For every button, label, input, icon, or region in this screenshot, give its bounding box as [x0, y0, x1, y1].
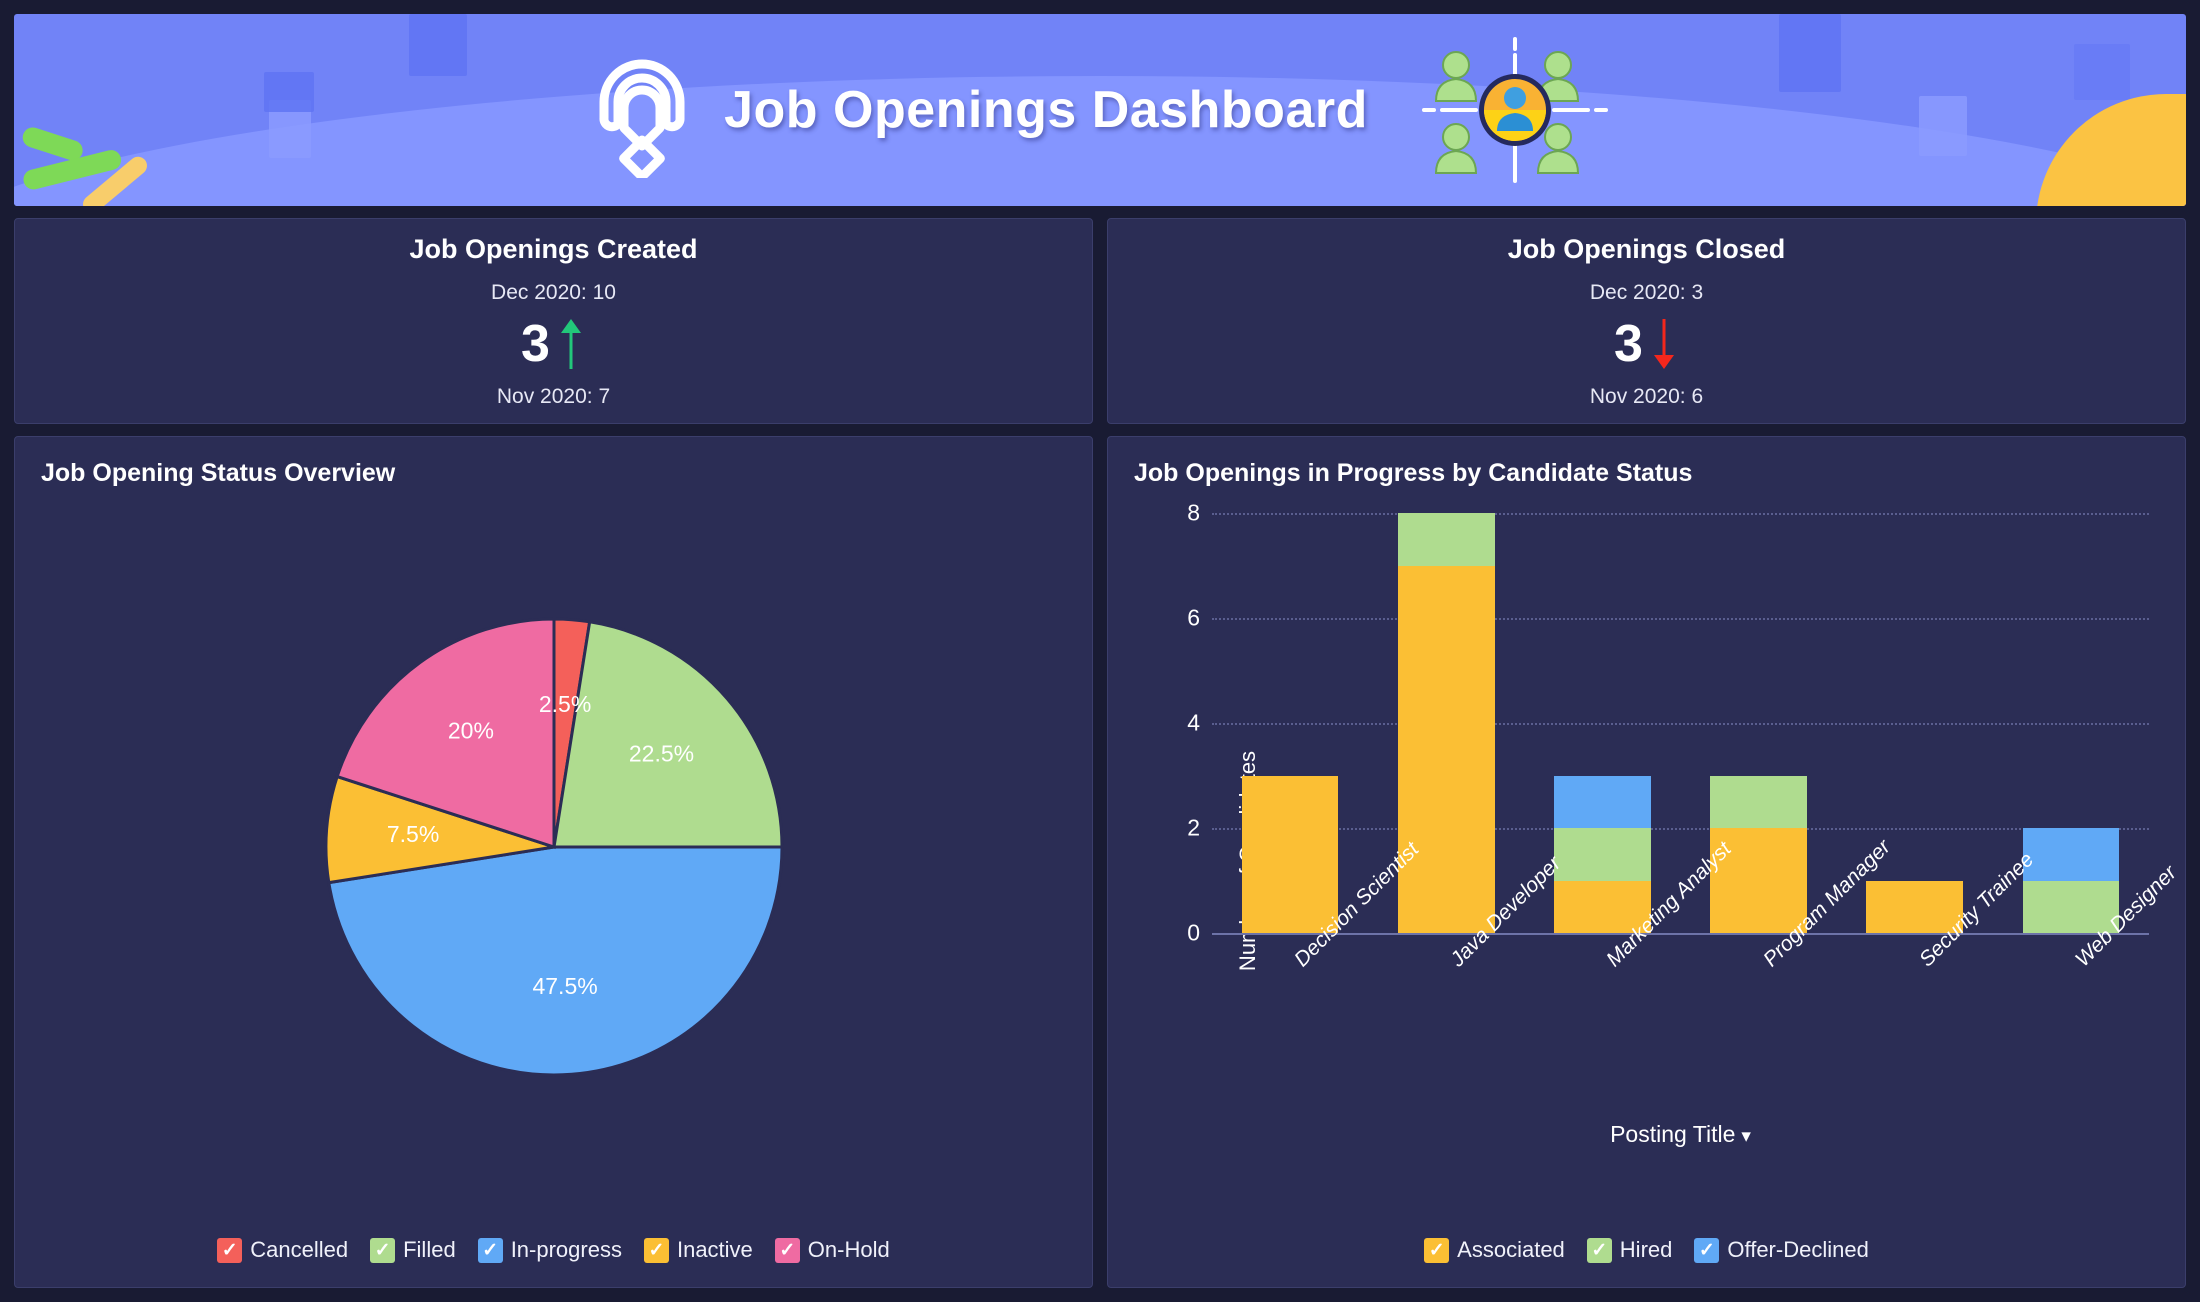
chevron-down-icon[interactable]: ▾: [1741, 1125, 1751, 1148]
panel-job-openings-in-progress: Job Openings in Progress by Candidate St…: [1107, 436, 2186, 1288]
legend-label: In-progress: [510, 1237, 622, 1262]
zoho-recruit-logo-icon: [590, 42, 694, 182]
arrow-up-icon: [556, 317, 586, 371]
legend-item-hired[interactable]: ✓ Hired: [1586, 1237, 1673, 1263]
legend-checkbox[interactable]: ✓: [774, 1237, 800, 1263]
bar-segment-offer-declined[interactable]: [1554, 775, 1651, 828]
legend-checkbox[interactable]: ✓: [217, 1237, 243, 1263]
bar-legend: ✓ Associated ✓ Hired ✓ Offer-Declined: [1108, 1237, 2185, 1263]
bar-segment-associated[interactable]: [1241, 775, 1339, 933]
people-target-icon: [1420, 35, 1610, 185]
arrow-down-icon: [1649, 317, 1679, 371]
bar-segment-hired[interactable]: [1554, 828, 1651, 881]
kpi-card-job-openings-created[interactable]: Job Openings Created Dec 2020: 10 3 Nov …: [14, 218, 1093, 424]
kpi-previous-period: Nov 2020: 6: [1589, 384, 1704, 408]
x-axis-title-group[interactable]: Posting Title ▾: [1212, 1121, 2149, 1148]
legend-label: Inactive: [676, 1237, 753, 1262]
x-axis-title: Posting Title: [1610, 1121, 1736, 1147]
legend-item-in-progress[interactable]: ✓ In-progress: [477, 1237, 622, 1263]
bar-stack[interactable]: [1554, 775, 1651, 933]
legend-label: Hired: [1619, 1237, 1673, 1262]
bar-segment-associated[interactable]: [1397, 565, 1495, 933]
bar-stack[interactable]: [1241, 775, 1339, 933]
x-axis-tick-cell: Marketing Analyst: [1524, 838, 1736, 1129]
legend-item-cancelled[interactable]: ✓ Cancelled: [217, 1237, 348, 1263]
kpi-delta-group: 3: [1614, 317, 1679, 371]
kpi-delta-value: 3: [1614, 314, 1643, 373]
pie-slice-value-label: 7.5%: [386, 821, 438, 847]
x-axis-tick-cell: Security Trainee: [1837, 848, 2038, 1129]
x-axis-tick-cell: Web Designer: [1993, 861, 2181, 1129]
legend-item-on-hold[interactable]: ✓ On-Hold: [774, 1237, 890, 1263]
pie-chart-svg[interactable]: 2.5% 22.5% 47.5% 7.5% 20%: [224, 517, 884, 1177]
kpi-title: Job Openings Created: [409, 233, 698, 264]
x-axis-tick-cell: Decision Scientist: [1212, 838, 1423, 1129]
legend-item-inactive[interactable]: ✓ Inactive: [643, 1237, 753, 1263]
page-title: Job Openings Dashboard: [724, 81, 1368, 139]
bar-chart: Number of Candidates 86420 Decision Scie…: [1134, 499, 2181, 1221]
legend-label: Associated: [1457, 1237, 1565, 1262]
x-axis-tick-cell: Program Manager: [1681, 835, 1895, 1129]
legend-checkbox[interactable]: ✓: [643, 1237, 669, 1263]
dashboard-root: Job Openings Dashboard Job Openings Crea…: [0, 0, 2200, 1302]
pie-slice-value-label: 20%: [447, 718, 493, 744]
bar-stack[interactable]: [2022, 828, 2120, 933]
x-axis-tick-cell: Java Developer: [1368, 852, 1565, 1129]
pie-legend: ✓ Cancelled ✓ Filled ✓ In-progress ✓ Ina…: [15, 1237, 1092, 1263]
bar-column[interactable]: [1212, 513, 1368, 933]
y-axis-tick-label: 6: [1187, 604, 1200, 631]
legend-item-filled[interactable]: ✓ Filled: [370, 1237, 456, 1263]
pie-slice-filled[interactable]: [551, 620, 784, 849]
legend-label: Filled: [403, 1237, 456, 1262]
y-axis-tick-label: 2: [1187, 814, 1200, 841]
kpi-current-period: Dec 2020: 3: [1589, 280, 1704, 304]
banner-content: Job Openings Dashboard: [590, 35, 1610, 185]
pie-slice-value-label: 2.5%: [538, 691, 590, 717]
kpi-row: Job Openings Created Dec 2020: 10 3 Nov …: [14, 218, 2186, 424]
panel-job-opening-status-overview: Job Opening Status Overview 2.5% 22.5% 47.…: [14, 436, 1093, 1288]
y-axis-tick-label: 4: [1187, 709, 1200, 736]
legend-item-associated[interactable]: ✓ Associated: [1424, 1237, 1565, 1263]
legend-checkbox[interactable]: ✓: [477, 1237, 503, 1263]
decoration-square: [1779, 14, 1841, 92]
legend-checkbox[interactable]: ✓: [1694, 1237, 1720, 1263]
legend-label: On-Hold: [807, 1237, 890, 1262]
dashboard-header-banner: Job Openings Dashboard: [14, 14, 2186, 206]
y-axis-tick-label: 0: [1187, 919, 1200, 946]
kpi-previous-period: Nov 2020: 7: [496, 384, 611, 408]
legend-checkbox[interactable]: ✓: [1424, 1237, 1450, 1263]
panel-title: Job Openings in Progress by Candidate St…: [1134, 459, 1693, 487]
pie-chart: 2.5% 22.5% 47.5% 7.5% 20%: [15, 497, 1092, 1197]
pie-slice-in-progress[interactable]: [326, 845, 784, 1077]
x-axis-line: [1212, 933, 2149, 935]
kpi-delta-value: 3: [521, 314, 550, 373]
bar-stack[interactable]: [1397, 513, 1495, 933]
chart-panel-row: Job Opening Status Overview 2.5% 22.5% 47.…: [14, 436, 2186, 1288]
decoration-yellow-blob: [2036, 94, 2186, 206]
legend-label: Offer-Declined: [1727, 1237, 1869, 1262]
bar-segment-hired[interactable]: [1710, 775, 1807, 828]
decoration-square: [409, 14, 467, 76]
decoration-square: [264, 72, 314, 112]
legend-label: Cancelled: [250, 1237, 349, 1262]
decoration-square: [1919, 96, 1967, 156]
panel-title: Job Opening Status Overview: [41, 459, 396, 487]
bar-segment-offer-declined[interactable]: [2022, 828, 2120, 881]
kpi-card-job-openings-closed[interactable]: Job Openings Closed Dec 2020: 3 3 Nov 20…: [1107, 218, 2186, 424]
x-axis-tick-labels: Decision Scientist Java Developer Marketin…: [1212, 835, 2181, 1129]
bar-segment-hired[interactable]: [1397, 513, 1495, 566]
y-axis-tick-label: 8: [1187, 499, 1200, 526]
legend-item-offer-declined[interactable]: ✓ Offer-Declined: [1694, 1237, 1869, 1263]
legend-checkbox[interactable]: ✓: [370, 1237, 396, 1263]
pie-slice-value-label: 47.5%: [532, 973, 597, 999]
pie-slice-value-label: 22.5%: [628, 740, 693, 766]
kpi-title: Job Openings Closed: [1507, 233, 1786, 264]
decoration-square: [2074, 44, 2130, 100]
kpi-current-period: Dec 2020: 10: [491, 280, 616, 304]
kpi-delta-group: 3: [521, 317, 586, 371]
legend-checkbox[interactable]: ✓: [1586, 1237, 1612, 1263]
decoration-green-chevron: [20, 117, 124, 192]
